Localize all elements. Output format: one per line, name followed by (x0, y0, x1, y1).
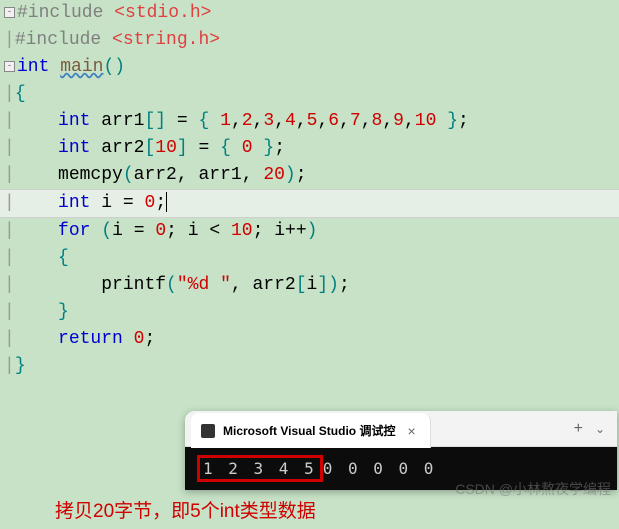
keyword: int (58, 138, 90, 158)
console-tab[interactable]: Microsoft Visual Studio 调试控 × (191, 413, 431, 448)
keyword: int (58, 193, 90, 213)
function-name: main (60, 57, 103, 77)
code-line: |} (0, 353, 619, 380)
function-call: memcpy (58, 165, 123, 185)
identifier: i (101, 193, 112, 213)
preproc: #include (15, 30, 112, 50)
close-icon[interactable]: × (403, 423, 419, 439)
console-highlighted-output: 1 2 3 4 5 (197, 455, 323, 482)
number: 0 (145, 193, 156, 213)
code-line: | return 0; (0, 326, 619, 353)
code-line: |#include <string.h> (0, 27, 619, 54)
code-line: | printf("%d ", arr2[i]); (0, 272, 619, 299)
code-editor[interactable]: -#include <stdio.h> |#include <string.h>… (0, 0, 619, 380)
tab-menu-chevron[interactable]: ⌄ (595, 422, 605, 436)
code-line: | memcpy(arr2, arr1, 20); (0, 162, 619, 189)
new-tab-button[interactable]: + (574, 420, 583, 438)
watermark: CSDN @小林熬夜学编程 (455, 479, 611, 499)
arg: arr2 (134, 165, 177, 185)
include-file: <string.h> (112, 30, 220, 50)
fold-marker[interactable]: - (4, 7, 15, 18)
code-line: | int arr2[10] = { 0 }; (0, 135, 619, 162)
fold-marker[interactable]: - (4, 61, 15, 72)
keyword: for (58, 221, 90, 241)
console-rest-output: 0 0 0 0 0 (323, 459, 437, 478)
console-tab-icon (201, 424, 215, 438)
arg: 20 (263, 165, 285, 185)
arg: arr1 (198, 165, 241, 185)
identifier: arr1 (101, 111, 144, 131)
text-cursor (166, 192, 167, 212)
keyword: int (58, 111, 90, 131)
number: 0 (134, 329, 145, 349)
code-line: | { (0, 245, 619, 272)
code-line-current: | int i = 0; (0, 189, 619, 218)
keyword: int (17, 57, 49, 77)
code-line: | int arr1[] = { 1,2,3,4,5,6,7,8,9,10 }; (0, 108, 619, 135)
code-line: -#include <stdio.h> (0, 0, 619, 27)
console-tab-title: Microsoft Visual Studio 调试控 (223, 422, 395, 439)
include-file: <stdio.h> (114, 3, 211, 23)
number: 0 (242, 138, 253, 158)
function-call: printf (101, 275, 166, 295)
code-line: |{ (0, 81, 619, 108)
identifier: arr2 (101, 138, 144, 158)
code-line: | } (0, 299, 619, 326)
string-literal: "%d " (177, 275, 231, 295)
annotation-text: 拷贝20字节，即5个int类型数据 (55, 496, 316, 523)
code-line: -int main() (0, 54, 619, 81)
array-values: 1,2,3,4,5,6,7,8,9,10 (220, 111, 436, 131)
code-line: | for (i = 0; i < 10; i++) (0, 218, 619, 245)
keyword: return (58, 329, 123, 349)
preproc: #include (17, 3, 114, 23)
console-tab-bar: Microsoft Visual Studio 调试控 × + ⌄ (185, 411, 617, 447)
number: 10 (155, 138, 177, 158)
